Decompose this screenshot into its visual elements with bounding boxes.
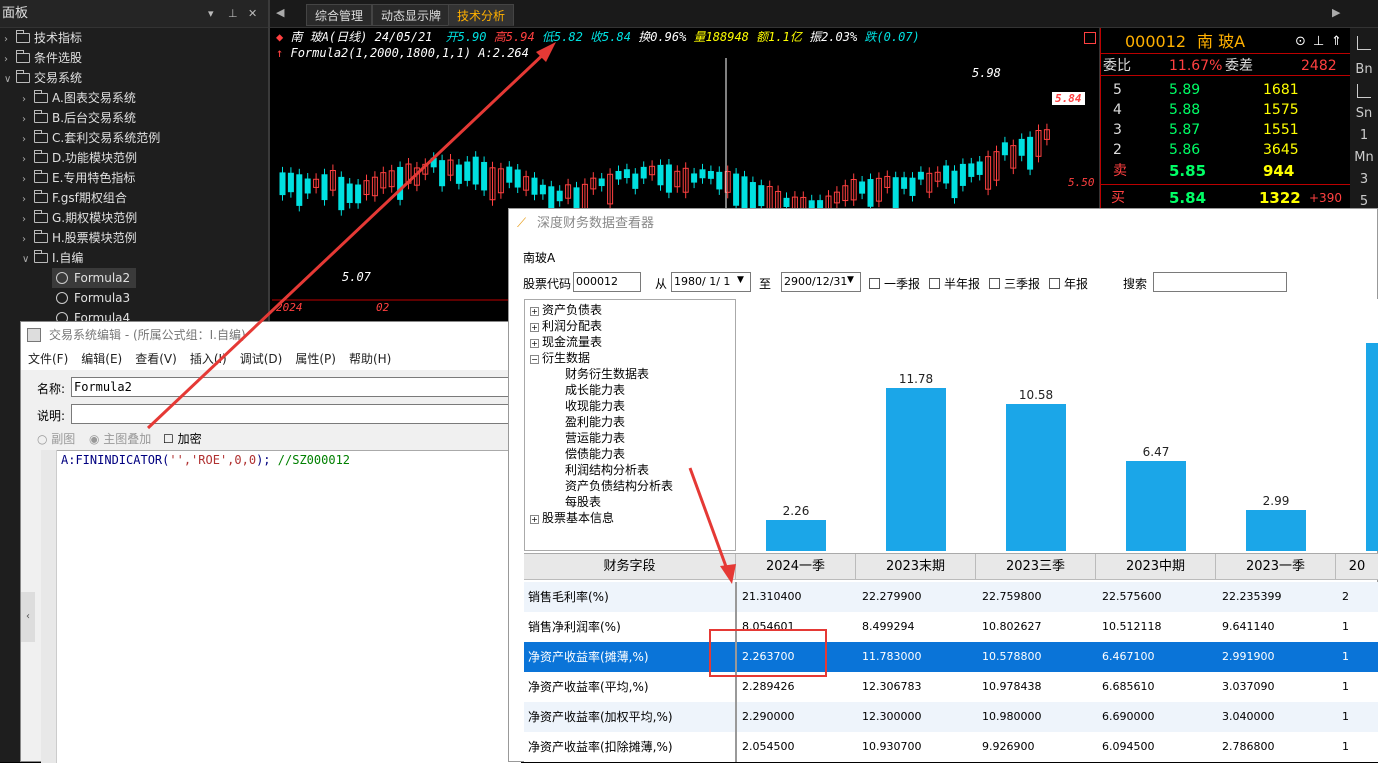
highlight-box <box>709 629 827 677</box>
annotation-overlay <box>146 42 736 584</box>
annotation-arrowhead-2 <box>720 564 736 584</box>
annotation-arrow-line-2 <box>688 467 730 573</box>
annotation-arrow-line-1 <box>146 48 550 430</box>
